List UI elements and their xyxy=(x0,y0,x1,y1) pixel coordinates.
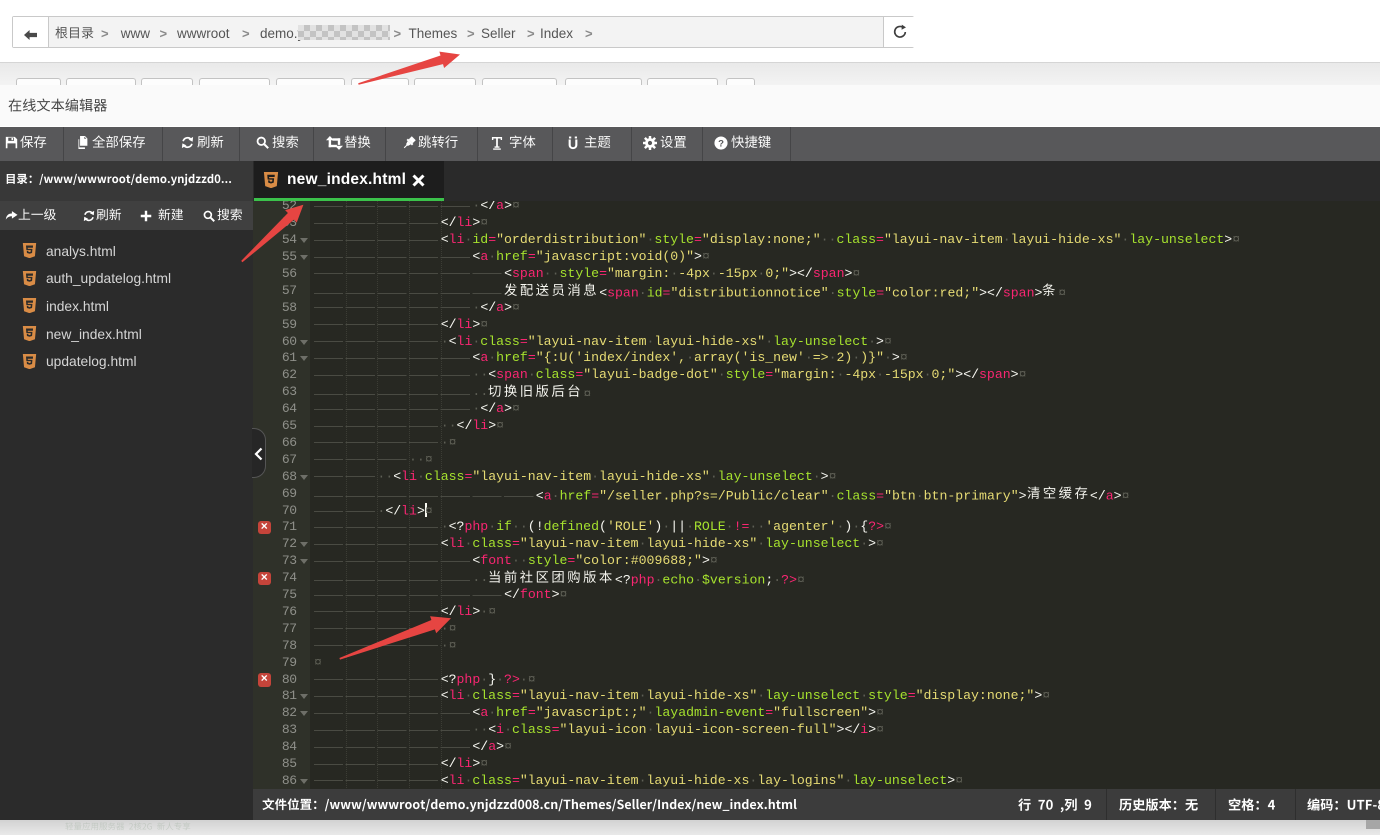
svg-text:?: ? xyxy=(718,138,724,149)
